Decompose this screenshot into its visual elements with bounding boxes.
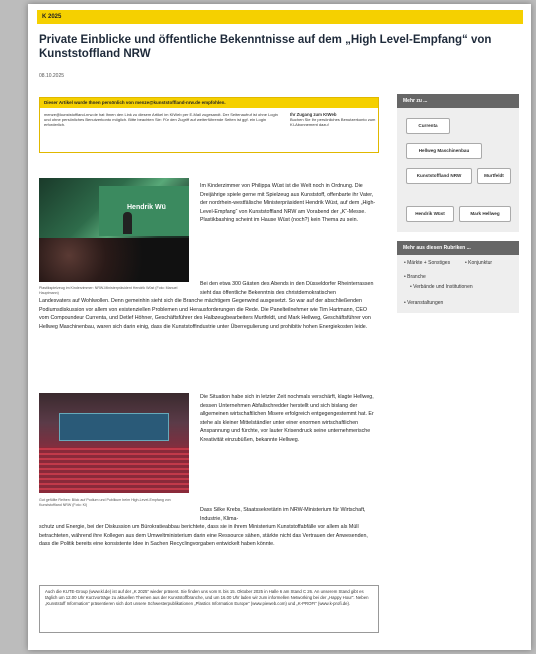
notice-heading: Dieser Artikel wurde Ihnen persönlich vo… — [40, 98, 378, 108]
article-date: 08.10.2025 — [39, 73, 65, 79]
notice-access[interactable]: Ihr Zugang zum KIWeb Buchen Sie Ihr pers… — [290, 112, 376, 128]
paragraph-1: Im Kinderzimmer von Philippa Wüst ist di… — [200, 183, 376, 224]
paragraph-4: Dass Silke Krebs, Staatssekretärin im NR… — [200, 507, 366, 522]
speaker — [123, 212, 132, 234]
notice-text: menze@kunststoffland-nrw.de hat Ihnen de… — [44, 112, 278, 128]
notice-access-text: Buchen Sie Ihr persönliches Benutzerkont… — [290, 117, 376, 128]
sidebar-more-heading: Mehr zu ... — [397, 94, 519, 108]
article-page: K 2025 Private Einblicke und öffentliche… — [28, 4, 531, 650]
paragraph-4-cont: schutz und Energie, bei der Diskussion u… — [39, 524, 368, 548]
tag-murtfeldt[interactable]: Murtfeldt — [477, 168, 511, 184]
rubrics-list: • Märkte + Sonstiges • Konjunktur • Bran… — [397, 255, 519, 313]
article-title: Private Einblicke und öffentliche Bekenn… — [39, 34, 492, 60]
tag-currenta[interactable]: Currenta — [406, 118, 450, 134]
issue-bar: K 2025 — [37, 10, 523, 24]
tag-mark-hellweg[interactable]: Mark Hellweg — [459, 206, 511, 222]
sidebar-rubrics-heading: Mehr aus diesen Rubriken ... — [397, 241, 519, 255]
rubric-branche[interactable]: • Branche — [404, 274, 426, 280]
photo-minister: Hendrik Wü — [39, 178, 189, 282]
screen-text: Hendrik Wü — [127, 204, 166, 211]
rubric-veranstaltungen[interactable]: • Veranstaltungen — [404, 300, 443, 306]
recommendation-notice: Dieser Artikel wurde Ihnen persönlich vo… — [39, 97, 379, 153]
tag-hellweg-maschinenbau[interactable]: Hellweg Maschinenbau — [406, 143, 482, 159]
podium-stage — [59, 413, 169, 441]
audience — [39, 238, 189, 282]
paragraph-2-cont: Landesvaters auf Wohlwollen. Denn gemein… — [39, 298, 371, 330]
tag-box: Currenta Hellweg Maschinenbau Kunststoff… — [397, 108, 519, 232]
paragraph-2: Bei den etwa 300 Gästen des Abends in de… — [200, 281, 374, 296]
photo-podium — [39, 393, 189, 493]
stage-screen: Hendrik Wü — [99, 186, 189, 236]
paragraph-3: Die Situation habe sich in letzter Zeit … — [200, 394, 374, 443]
rubric-konjunktur[interactable]: • Konjunktur — [465, 260, 492, 266]
info-box: Auch die KUTE-Group (www.kl.de) ist auf … — [39, 585, 379, 633]
photo-caption-1: Plastikspielzeug im Kinderzimmer: NRW-Mi… — [39, 286, 178, 295]
tag-hendrik-wuest[interactable]: Hendrik Wüst — [406, 206, 454, 222]
photo-caption-2: Gut gefüllte Reihen: Blick auf Podium un… — [39, 498, 171, 507]
rubric-maerkte[interactable]: • Märkte + Sonstiges — [404, 260, 450, 266]
audience-rows — [39, 447, 189, 493]
tag-kunststoffland-nrw[interactable]: Kunststoffland NRW — [406, 168, 472, 184]
sidebar-more: Mehr zu ... — [397, 94, 519, 108]
rubric-verbaende[interactable]: • Verbände und Institutionen — [410, 284, 473, 290]
